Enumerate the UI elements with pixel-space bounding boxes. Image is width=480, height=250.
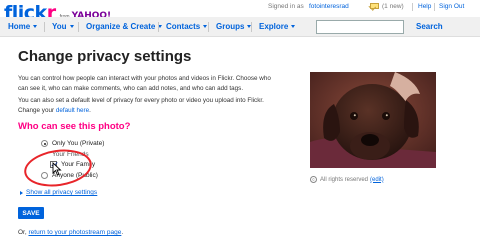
search-input[interactable] <box>316 20 404 34</box>
private-radio[interactable] <box>41 140 48 147</box>
triangle-right-icon <box>20 190 23 195</box>
rights-line: © All rights reserved (edit) <box>310 176 384 183</box>
header-divider <box>412 3 413 11</box>
search-label: Search <box>416 22 443 31</box>
rights-text: All rights reserved <box>320 176 369 183</box>
nav-explore[interactable]: Explore <box>259 22 296 32</box>
nav-contacts-label: Contacts <box>166 22 201 31</box>
privacy-question: Who can see this photo? <box>18 121 131 132</box>
nav-divider <box>158 22 159 32</box>
nav-you-label: You <box>52 22 67 31</box>
private-label: Only You (Private) <box>52 140 105 147</box>
copyright-icon: © <box>310 176 317 183</box>
show-all-privacy-settings-link[interactable]: Show all privacy settings <box>20 189 97 196</box>
header-divider <box>434 3 435 11</box>
default-privacy-paragraph: You can also set a default level of priv… <box>18 96 280 115</box>
help-link[interactable]: Help <box>418 3 431 10</box>
nav-organize-label: Organize & Create <box>86 22 156 31</box>
chevron-down-icon <box>291 25 296 29</box>
nav-home[interactable]: Home <box>8 22 38 32</box>
return-line: Or, return to your photostream page. <box>18 229 123 236</box>
default-privacy-period: . <box>89 106 91 114</box>
nav-home-label: Home <box>8 22 31 31</box>
nav-explore-label: Explore <box>259 22 289 31</box>
dog-photo-image <box>310 72 436 168</box>
dog-photo[interactable] <box>310 72 436 168</box>
return-to-photostream-link[interactable]: return to your photostream page <box>28 229 121 236</box>
return-prefix: Or, <box>18 229 29 236</box>
main-nav-bar: Home You Organize & Create Contacts Grou… <box>0 17 480 37</box>
nav-you[interactable]: You <box>52 22 74 32</box>
mail-icon[interactable] <box>370 3 379 9</box>
new-mail-count[interactable]: (1 new) <box>382 3 404 10</box>
show-all-label: Show all privacy settings <box>26 189 98 196</box>
default-privacy-link[interactable]: default here <box>56 107 89 114</box>
nav-groups[interactable]: Groups <box>216 22 252 32</box>
nav-contacts[interactable]: Contacts <box>166 22 208 32</box>
option-private[interactable]: Only You (Private) <box>41 139 104 148</box>
return-suffix: . <box>121 229 124 236</box>
page-title: Change privacy settings <box>18 48 192 65</box>
nav-divider <box>78 22 79 32</box>
intro-paragraph: You can control how people can interact … <box>18 75 271 92</box>
nav-divider <box>251 22 252 32</box>
chevron-down-icon <box>69 25 74 29</box>
nav-groups-label: Groups <box>216 22 245 31</box>
save-button[interactable]: SAVE <box>18 207 44 219</box>
nav-divider <box>44 22 45 32</box>
edit-rights-link[interactable]: (edit) <box>370 177 384 183</box>
sign-out-link[interactable]: Sign Out <box>439 3 464 10</box>
signed-in-label: Signed in as <box>268 3 304 10</box>
chevron-down-icon <box>33 25 38 29</box>
nav-divider <box>208 22 209 32</box>
username-link[interactable]: fotointeresrad <box>309 3 349 10</box>
nav-organize-create[interactable]: Organize & Create <box>86 22 163 32</box>
chevron-down-icon <box>203 25 208 29</box>
search-button[interactable]: Search <box>416 22 443 32</box>
